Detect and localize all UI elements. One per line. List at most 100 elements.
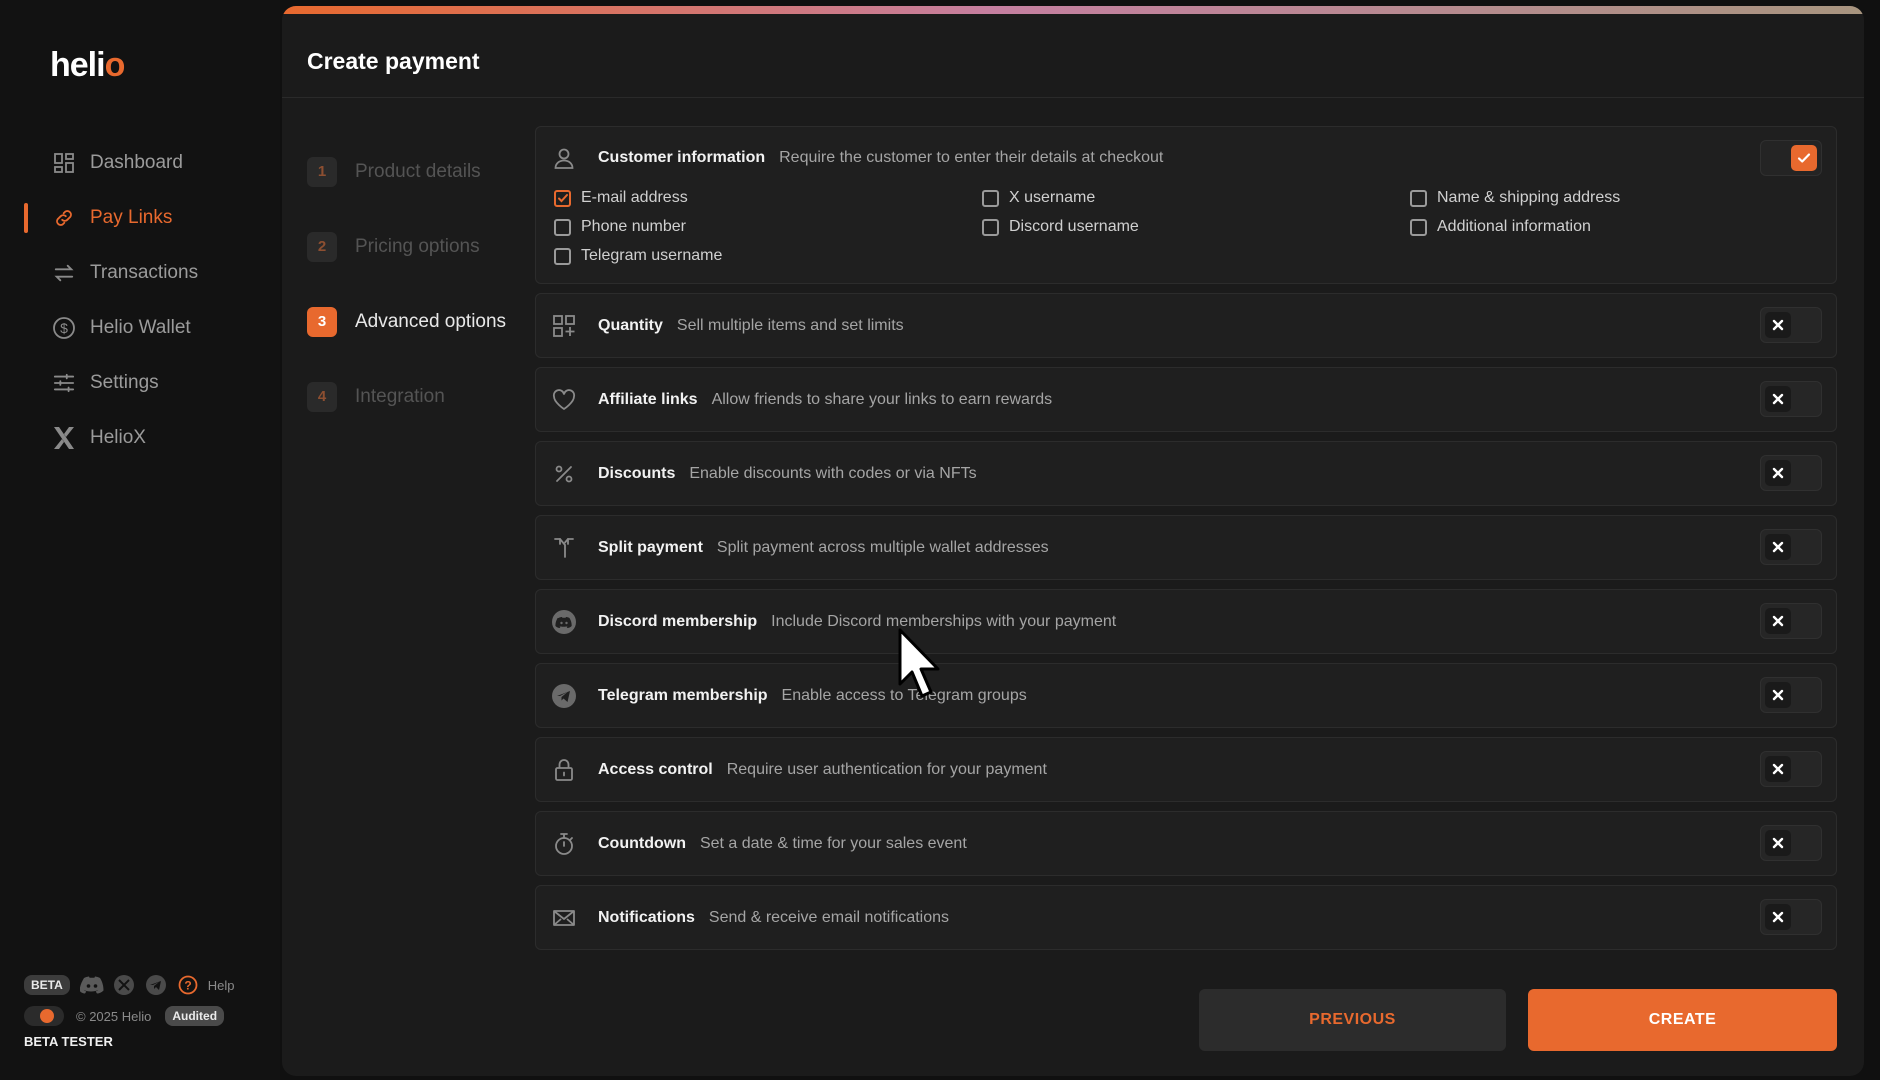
beta-badge: BETA: [24, 975, 70, 995]
access-control-toggle[interactable]: [1760, 751, 1822, 787]
envelope-icon: [550, 904, 578, 932]
arrows-exchange-icon: [52, 261, 76, 285]
mouse-cursor-icon: [898, 628, 940, 698]
option-title: Split payment: [598, 538, 703, 556]
helio-logo[interactable]: helio: [50, 46, 126, 85]
sidebar-item-label: Dashboard: [90, 151, 183, 173]
checkbox-phone-number[interactable]: Phone number: [554, 218, 982, 236]
customer-fields-grid: E-mail address X username Name & shippin…: [536, 189, 1836, 283]
help-link[interactable]: Help: [208, 978, 235, 993]
step-number: 4: [307, 381, 337, 412]
customer-information-toggle[interactable]: [1760, 140, 1822, 176]
help-icon[interactable]: ?: [176, 973, 200, 997]
option-title: Discord membership: [598, 612, 758, 630]
sidebar-item-helio-wallet[interactable]: $ Helio Wallet: [0, 300, 280, 355]
step-list: 1 Product details 2 Pricing options 3 Ad…: [307, 134, 527, 434]
checkbox-icon: [554, 218, 571, 236]
option-split-payment: Split payment Split payment across multi…: [535, 515, 1837, 580]
dashboard-icon: [52, 151, 76, 175]
option-access-control: Access control Require user authenticati…: [535, 737, 1837, 802]
close-icon: [1765, 904, 1791, 930]
step-advanced-options[interactable]: 3 Advanced options: [307, 284, 527, 359]
sidebar-nav: Dashboard Pay Links Transactions $ Helio…: [0, 135, 280, 465]
step-product-details[interactable]: 1 Product details: [307, 134, 527, 209]
checkbox-icon: [982, 218, 999, 236]
checkbox-name-shipping-address[interactable]: Name & shipping address: [1410, 189, 1838, 207]
previous-button[interactable]: PREVIOUS: [1199, 989, 1506, 1051]
checkbox-telegram-username[interactable]: Telegram username: [554, 247, 982, 265]
option-header: Affiliate links Allow friends to share y…: [536, 368, 1836, 431]
x-social-icon[interactable]: [112, 973, 136, 997]
checkbox-discord-username[interactable]: Discord username: [982, 218, 1410, 236]
checkbox-icon: [554, 247, 571, 265]
create-button[interactable]: CREATE: [1528, 989, 1837, 1051]
option-header: Discord membership Include Discord membe…: [536, 590, 1836, 653]
step-label: Pricing options: [355, 235, 480, 257]
sidebar-item-settings[interactable]: Settings: [0, 355, 280, 410]
sidebar-item-dashboard[interactable]: Dashboard: [0, 135, 280, 190]
option-header: Split payment Split payment across multi…: [536, 516, 1836, 579]
sidebar-footer-meta: © 2025 Helio Audited: [24, 1003, 264, 1029]
lock-icon: [550, 756, 578, 784]
step-number: 3: [307, 306, 337, 337]
checkbox-label: X username: [1009, 189, 1096, 206]
quantity-grid-icon: [550, 312, 578, 340]
heart-icon: [550, 386, 578, 414]
telegram-social-icon[interactable]: [144, 973, 168, 997]
step-label: Product details: [355, 160, 481, 182]
option-description: Enable discounts with codes or via NFTs: [689, 464, 977, 482]
page-title: Create payment: [307, 48, 480, 74]
option-title: Access control: [598, 760, 713, 778]
sidebar-item-label: HelioX: [90, 426, 146, 448]
theme-toggle[interactable]: [24, 1006, 64, 1026]
step-integration[interactable]: 4 Integration: [307, 359, 527, 434]
close-icon: [1765, 756, 1791, 782]
advanced-options-list: Customer information Require the custome…: [535, 126, 1837, 959]
close-icon: [1765, 386, 1791, 412]
option-title: Quantity: [598, 316, 663, 334]
sidebar-item-label: Helio Wallet: [90, 316, 191, 338]
sidebar-footer: BETA ? Help © 2025 Helio Audited BETA TE…: [24, 972, 264, 1049]
option-title: Customer information: [598, 149, 766, 166]
discord-icon[interactable]: [79, 973, 104, 997]
sidebar-item-heliox[interactable]: HelioX: [0, 410, 280, 465]
logo-text: heli: [50, 46, 106, 84]
step-label: Integration: [355, 385, 445, 407]
step-number: 2: [307, 231, 337, 262]
main-panel: Create payment 1 Product details 2 Prici…: [282, 6, 1864, 1076]
option-affiliate-links: Affiliate links Allow friends to share y…: [535, 367, 1837, 432]
stopwatch-icon: [550, 830, 578, 858]
sidebar: helio Dashboard Pay Links Transactions $…: [0, 0, 280, 1080]
checkbox-label: Telegram username: [581, 247, 723, 264]
step-pricing-options[interactable]: 2 Pricing options: [307, 209, 527, 284]
quantity-toggle[interactable]: [1760, 307, 1822, 343]
sidebar-item-pay-links[interactable]: Pay Links: [0, 190, 280, 245]
option-customer-information: Customer information Require the custome…: [535, 126, 1837, 284]
affiliate-links-toggle[interactable]: [1760, 381, 1822, 417]
progress-gradient-bar: [282, 6, 1864, 14]
sidebar-footer-links: BETA ? Help: [24, 972, 264, 998]
option-description: Sell multiple items and set limits: [676, 316, 904, 334]
checkbox-icon: [1410, 218, 1427, 236]
notifications-toggle[interactable]: [1760, 899, 1822, 935]
checkbox-x-username[interactable]: X username: [982, 189, 1410, 207]
percent-icon: [550, 460, 578, 488]
telegram-membership-toggle[interactable]: [1760, 677, 1822, 713]
checkbox-additional-information[interactable]: Additional information: [1410, 218, 1838, 236]
option-header: Access control Require user authenticati…: [536, 738, 1836, 801]
checkbox-email-address[interactable]: E-mail address: [554, 189, 982, 207]
discord-membership-toggle[interactable]: [1760, 603, 1822, 639]
sidebar-item-label: Transactions: [90, 261, 199, 283]
sidebar-item-transactions[interactable]: Transactions: [0, 245, 280, 300]
logo-accent: o: [104, 46, 126, 84]
step-label: Advanced options: [355, 310, 507, 332]
countdown-toggle[interactable]: [1760, 825, 1822, 861]
sidebar-item-label: Settings: [90, 371, 159, 393]
link-icon: [52, 206, 76, 230]
discounts-toggle[interactable]: [1760, 455, 1822, 491]
split-payment-toggle[interactable]: [1760, 529, 1822, 565]
svg-text:$: $: [60, 320, 68, 336]
option-header: Discounts Enable discounts with codes or…: [536, 442, 1836, 505]
checkbox-label: Name & shipping address: [1437, 189, 1621, 206]
audited-badge: Audited: [165, 1006, 225, 1026]
